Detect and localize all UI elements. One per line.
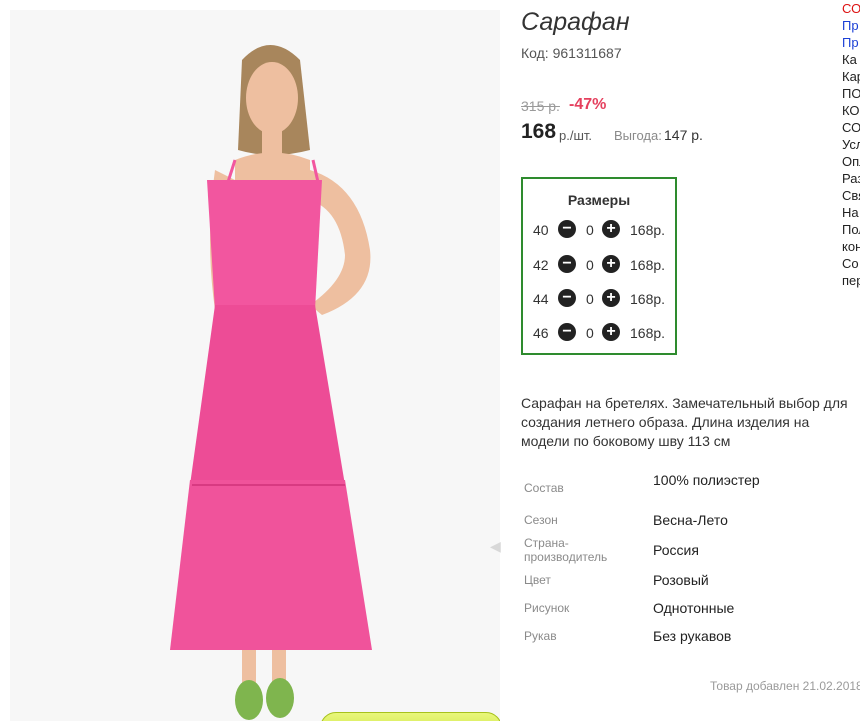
spec-value: Весна-Лето [653,512,728,528]
sidebar-item[interactable]: СО [842,0,860,17]
saving-value: 147 р. [664,127,703,143]
plus-icon[interactable]: + [602,220,620,238]
sidebar-item[interactable]: Со [842,255,860,272]
sidebar-item[interactable]: КО [842,102,860,119]
plus-icon[interactable]: + [602,289,620,307]
size-label: 44 [533,291,549,307]
minus-icon[interactable]: − [558,323,576,341]
spec-value: 100% полиэстер [653,472,760,488]
spec-label: Рисунок [524,601,570,615]
product-code: Код: 961311687 [521,45,622,61]
quantity-value: 0 [586,257,594,273]
spec-label: Сезон [524,513,558,527]
sizes-panel: Размеры 40 − 0 + 168р. 42 − 0 + 168р. 44… [521,177,677,355]
sidebar-item[interactable]: Кар [842,68,860,85]
spec-value: Розовый [653,572,709,588]
size-price: 168р. [630,325,666,341]
minus-icon[interactable]: − [558,255,576,273]
plus-icon[interactable]: + [602,323,620,341]
product-description: Сарафан на бретелях. Замечательный выбор… [521,395,848,449]
current-price: 168 [521,120,557,143]
sidebar-item[interactable]: Свя [842,187,860,204]
quantity-value: 0 [586,222,594,238]
zoom-button[interactable]: + Увеличить [320,712,500,721]
sidebar-item[interactable]: кон [842,238,860,255]
size-price: 168р. [630,291,666,307]
size-label: 40 [533,222,549,238]
discount-badge: -47% [569,96,607,113]
sizes-title: Размеры [567,192,631,208]
sidebar-item[interactable]: На [842,204,860,221]
sidebar-link[interactable]: Пр [842,34,860,51]
product-photo[interactable]: + Увеличить [10,10,500,721]
sidebar-item[interactable]: ПО [842,85,860,102]
sidebar-menu: СО Пр Пр Ка Кар ПО КО СО Усл Опл Раз Свя… [842,0,860,289]
size-label: 46 [533,325,549,341]
spec-value: Россия [653,542,699,558]
size-price: 168р. [630,257,666,273]
sidebar-item[interactable]: СО [842,119,860,136]
added-date: Товар добавлен 21.02.2018 [710,679,860,693]
spec-label: Цвет [524,573,551,587]
sidebar-item[interactable]: Раз [842,170,860,187]
sidebar-item[interactable]: Ка [842,51,860,68]
size-price: 168р. [630,222,666,238]
minus-icon[interactable]: − [558,289,576,307]
spec-label: Страна-производитель [524,536,608,564]
price-unit: р./шт. [559,128,593,143]
sidebar-item[interactable]: Опл [842,153,860,170]
spec-value: Без рукавов [653,628,732,644]
quantity-value: 0 [586,291,594,307]
spec-label: Рукав [524,629,557,643]
saving-label: Выгода: [614,128,662,143]
sidebar-item[interactable]: пер [842,272,860,289]
next-image-arrow-icon[interactable]: ◀ [490,538,501,555]
product-title: Сарафан [521,8,630,36]
sidebar-item[interactable]: Усл [842,136,860,153]
old-price: 315 р. [521,98,560,114]
spec-value: Однотонные [653,600,735,616]
plus-icon[interactable]: + [602,255,620,273]
quantity-value: 0 [586,325,594,341]
sidebar-link[interactable]: Пр [842,17,860,34]
minus-icon[interactable]: − [558,220,576,238]
sidebar-item[interactable]: Пол [842,221,860,238]
model-image [170,45,372,720]
spec-label: Состав [524,481,564,495]
size-label: 42 [533,257,549,273]
